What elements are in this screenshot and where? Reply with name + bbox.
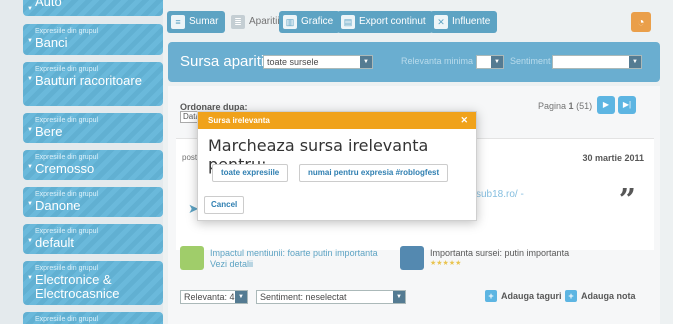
irrelevant-source-dialog: Sursa irelevanta ✕ Marcheaza sursa irele… [197, 111, 477, 221]
dialog-header-title: Sursa irelevanta [208, 116, 270, 125]
cancel-button[interactable]: Cancel [204, 196, 245, 214]
single-expression-button[interactable]: numai pentru expresia #roblogfest [299, 164, 449, 182]
all-expressions-button[interactable]: toate expresiile [212, 164, 289, 182]
dialog-header: Sursa irelevanta ✕ [198, 112, 476, 129]
close-icon[interactable]: ✕ [460, 112, 468, 129]
